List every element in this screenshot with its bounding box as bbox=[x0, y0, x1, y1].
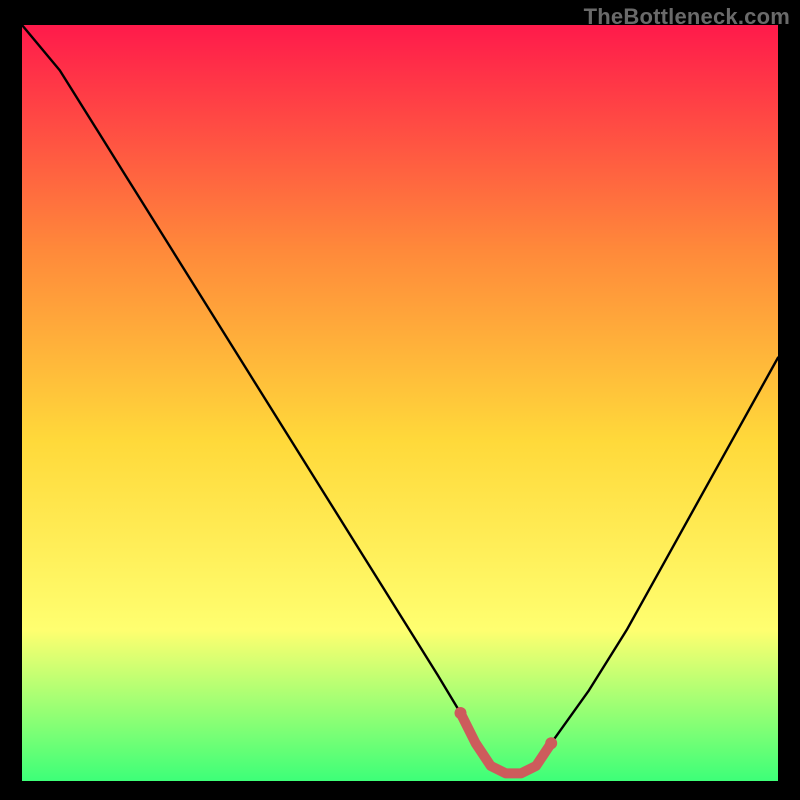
recommended-zone-start-dot bbox=[455, 707, 467, 719]
heat-gradient-bg bbox=[22, 25, 778, 781]
watermark-text: TheBottleneck.com bbox=[584, 4, 790, 30]
chart-frame: TheBottleneck.com bbox=[0, 0, 800, 800]
recommended-zone-end-dot bbox=[545, 737, 557, 749]
plot-area bbox=[22, 25, 778, 781]
plot-svg bbox=[22, 25, 778, 781]
